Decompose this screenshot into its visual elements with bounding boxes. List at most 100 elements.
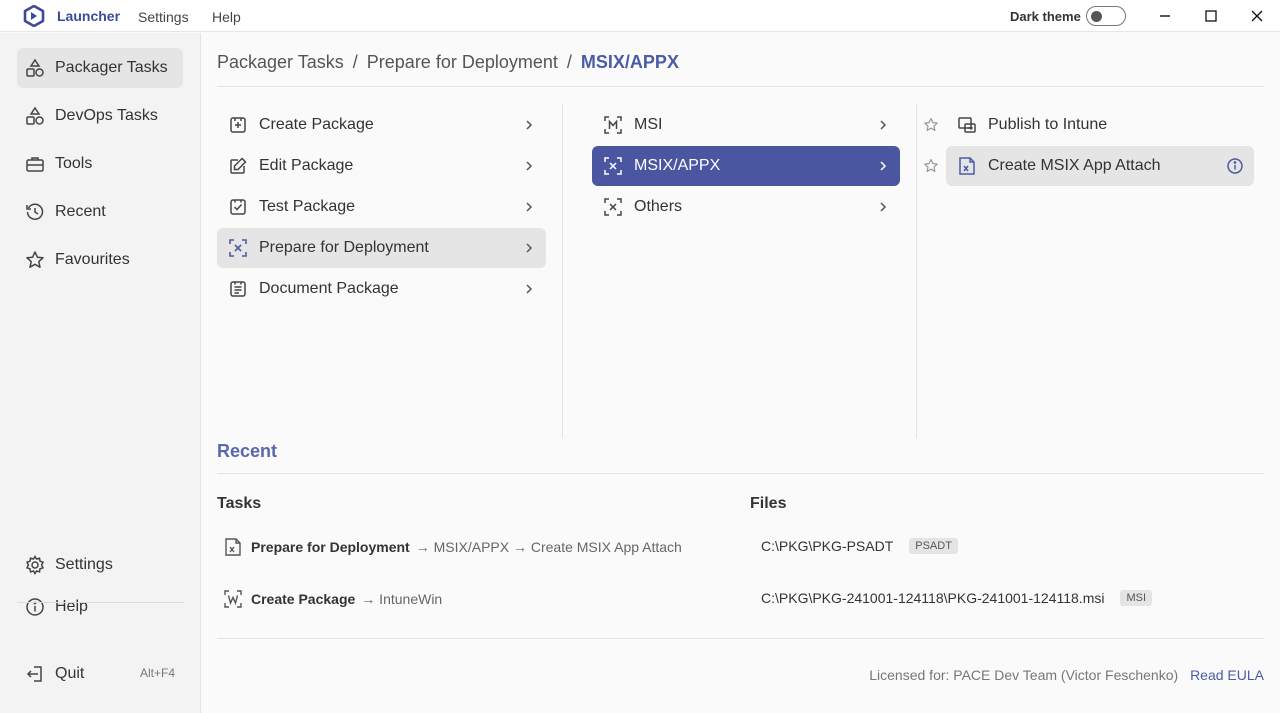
chevron-right-icon [878, 159, 888, 173]
task-create-msix-app-attach[interactable]: Create MSIX App Attach [946, 146, 1254, 186]
sidebar-item-label: Help [55, 598, 88, 615]
app-attach-icon [957, 156, 977, 176]
launcher-logo-icon [23, 5, 45, 27]
task-msi[interactable]: MSI [592, 105, 900, 145]
sidebar-item-label: Packager Tasks [55, 59, 168, 76]
shapes-icon [25, 106, 45, 126]
chevron-right-icon [524, 200, 534, 214]
maximize-icon[interactable] [1203, 8, 1219, 24]
recent-task-path: → IntuneWin [361, 591, 443, 607]
close-icon[interactable] [1249, 8, 1265, 24]
msix-icon [603, 156, 623, 176]
info-icon[interactable] [1226, 157, 1244, 175]
package-check-icon [228, 197, 248, 217]
task-label: Create MSIX App Attach [988, 157, 1161, 174]
file-type-badge: PSADT [909, 538, 958, 554]
breadcrumb-item[interactable]: Packager Tasks [217, 52, 344, 72]
task-label: Publish to Intune [988, 116, 1108, 133]
breadcrumb-divider [217, 86, 1264, 87]
recent-files-header: Files [750, 495, 787, 512]
chevron-right-icon [878, 118, 888, 132]
recent-task-name: Create Package [251, 591, 356, 607]
menu-settings[interactable]: Settings [138, 9, 189, 25]
info-icon [25, 597, 45, 617]
favourite-star-icon[interactable] [923, 117, 939, 133]
sidebar-item-devops-tasks[interactable]: DevOps Tasks [17, 96, 183, 136]
msi-icon [603, 115, 623, 135]
task-others[interactable]: Others [592, 187, 900, 227]
footer-divider [217, 638, 1264, 639]
minimize-icon[interactable] [1157, 8, 1173, 24]
sidebar-divider [17, 602, 184, 603]
publish-icon [957, 115, 977, 135]
read-eula-link[interactable]: Read EULA [1190, 667, 1264, 683]
task-create-package[interactable]: Create Package [217, 105, 546, 145]
breadcrumb-item[interactable]: Prepare for Deployment [367, 52, 558, 72]
recent-title: Recent [217, 441, 278, 461]
shapes-icon [25, 58, 45, 78]
recent-file-item[interactable]: C:\PKG\PKG-241001-124118\PKG-241001-1241… [761, 590, 1153, 606]
others-icon [603, 197, 623, 217]
star-icon [25, 250, 45, 270]
sidebar-item-settings[interactable]: Settings [17, 545, 183, 585]
column-divider [916, 104, 917, 438]
sidebar-item-label: Settings [55, 556, 113, 573]
chevron-right-icon [524, 282, 534, 296]
quit-shortcut: Alt+F4 [140, 666, 176, 680]
task-test-package[interactable]: Test Package [217, 187, 546, 227]
favourite-star-icon[interactable] [923, 158, 939, 174]
recent-tasks-header: Tasks [217, 495, 262, 512]
breadcrumb-separator: / [352, 52, 358, 72]
toolbox-icon [25, 154, 45, 174]
expand-arrows-icon [228, 238, 248, 258]
sidebar-item-label: Recent [55, 203, 106, 220]
package-add-icon [228, 115, 248, 135]
recent-task-item[interactable]: Create Package → IntuneWin [223, 589, 442, 609]
recent-task-item[interactable]: Prepare for Deployment → MSIX/APPX → Cre… [223, 537, 682, 557]
history-icon [25, 202, 45, 222]
task-prepare-for-deployment[interactable]: Prepare for Deployment [217, 228, 546, 268]
document-icon [228, 279, 248, 299]
intunewin-icon [223, 589, 243, 609]
task-label: Prepare for Deployment [259, 239, 429, 256]
menu-help[interactable]: Help [212, 9, 241, 25]
sidebar-item-favourites[interactable]: Favourites [17, 240, 183, 280]
chevron-right-icon [524, 241, 534, 255]
chevron-right-icon [524, 118, 534, 132]
recent-task-path: → MSIX/APPX → Create MSIX App Attach [415, 539, 682, 555]
sidebar-item-help[interactable]: Help [17, 587, 183, 627]
task-msix-appx[interactable]: MSIX/APPX [592, 146, 900, 186]
breadcrumb-separator: / [566, 52, 572, 72]
gear-icon [25, 555, 45, 575]
edit-icon [228, 156, 248, 176]
dark-theme-label: Dark theme [1010, 9, 1081, 24]
title-bar: Launcher Settings Help Dark theme [0, 0, 1280, 32]
sidebar-item-tools[interactable]: Tools [17, 144, 183, 184]
recent-divider [217, 473, 1264, 474]
sidebar-item-label: Tools [55, 155, 93, 172]
task-label: Create Package [259, 116, 374, 133]
app-attach-icon [223, 537, 243, 557]
task-publish-to-intune[interactable]: Publish to Intune [946, 105, 1254, 145]
task-document-package[interactable]: Document Package [217, 269, 546, 309]
recent-file-path: C:\PKG\PKG-241001-124118\PKG-241001-1241… [761, 590, 1105, 606]
recent-file-item[interactable]: C:\PKG\PKG-PSADT PSADT [761, 538, 958, 554]
recent-file-path: C:\PKG\PKG-PSADT [761, 538, 894, 554]
sidebar-item-label: DevOps Tasks [55, 107, 158, 124]
task-label: Test Package [259, 198, 356, 215]
sidebar-item-packager-tasks[interactable]: Packager Tasks [17, 48, 183, 88]
file-type-badge: MSI [1120, 590, 1153, 606]
chevron-right-icon [878, 200, 888, 214]
quit-button[interactable]: Quit [17, 654, 137, 694]
task-label: Others [634, 198, 683, 215]
sidebar-item-label: Favourites [55, 251, 130, 268]
task-edit-package[interactable]: Edit Package [217, 146, 546, 186]
dark-theme-toggle[interactable] [1086, 6, 1126, 26]
sidebar-item-recent[interactable]: Recent [17, 192, 183, 232]
recent-task-name: Prepare for Deployment [251, 539, 410, 555]
task-label: MSIX/APPX [634, 157, 721, 174]
breadcrumb: Packager Tasks / Prepare for Deployment … [217, 52, 679, 73]
chevron-right-icon [524, 159, 534, 173]
task-label: Document Package [259, 280, 399, 297]
task-label: MSI [634, 116, 663, 133]
